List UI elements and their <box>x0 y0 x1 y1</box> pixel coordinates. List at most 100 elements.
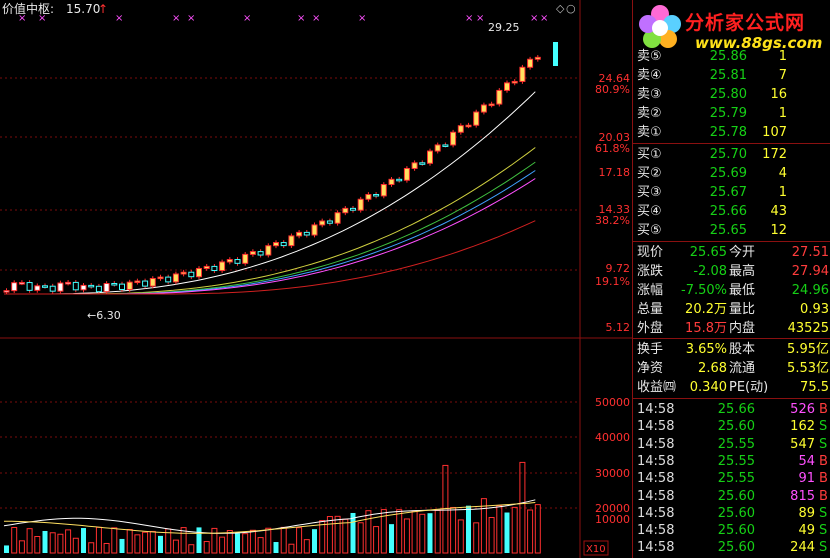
tick-time: 14:58 <box>637 488 675 504</box>
quote-row: 涨幅 -7.50% 最低 24.96 <box>633 281 830 300</box>
candle-body <box>527 58 534 68</box>
volume-bar <box>319 520 326 554</box>
candle-body <box>11 282 18 292</box>
chart-grid <box>0 0 632 558</box>
quote-label: 涨跌 <box>637 264 664 279</box>
fundamental-row: 净资 2.68 流通 5.53亿 <box>633 359 830 378</box>
ask-label: 卖⑤ <box>637 49 662 64</box>
ask-row[interactable]: 卖④ 25.81 7 <box>633 66 830 85</box>
bid-row[interactable]: 买② 25.69 4 <box>633 164 830 183</box>
volume-bar <box>427 513 433 553</box>
tick-row[interactable]: 14:58 25.60 815 B <box>633 487 830 506</box>
candle-body <box>488 103 495 107</box>
tick-row[interactable]: 14:58 25.55 91 B <box>633 469 830 488</box>
tick-row[interactable]: 14:58 25.55 54 B <box>633 452 830 471</box>
ask-row[interactable]: 卖⑤ 25.86 1 <box>633 47 830 66</box>
ask-row[interactable]: 卖② 25.79 1 <box>633 104 830 123</box>
divider <box>633 241 830 242</box>
candle-body <box>534 56 541 60</box>
quote-value: 15.8万 <box>685 321 727 336</box>
bid-row[interactable]: 买⑤ 25.65 12 <box>633 221 830 240</box>
tick-time: 14:58 <box>637 402 675 417</box>
tick-row[interactable]: 14:58 25.60 162 S <box>633 417 830 436</box>
diamond-icon[interactable]: ◇ <box>556 2 565 15</box>
bid-row[interactable]: 买④ 25.66 43 <box>633 202 830 221</box>
indicator-arrow: ↑ <box>98 2 108 16</box>
tick-volume: 244 <box>790 540 815 556</box>
quote-label: 涨幅 <box>637 283 664 298</box>
close-icon[interactable]: ○ <box>566 2 576 15</box>
volume-tick-label: 50000 <box>595 396 630 409</box>
candle-body <box>419 162 426 165</box>
ask-volume: 1 <box>778 49 787 64</box>
volume-bar <box>226 530 233 554</box>
candle-body <box>26 282 33 291</box>
volume-bar <box>457 519 464 554</box>
volume-bar <box>119 538 125 553</box>
fundamental-label: 净资 <box>637 361 664 376</box>
candle-body <box>288 235 295 247</box>
candle-body <box>265 245 272 256</box>
kline-chart[interactable]: 价值中枢: 15.70 ↑ × × × × × × × × × × × × × 29.25 ←6.30 … <box>0 0 632 558</box>
candle-body <box>80 284 87 291</box>
tick-row[interactable]: 14:58 25.60 244 S <box>633 538 830 557</box>
bid-row[interactable]: 买① 25.70 172 <box>633 145 830 164</box>
candle-body <box>450 131 457 146</box>
quote-value: 0.93 <box>800 302 829 317</box>
ask-label: 卖④ <box>637 68 662 83</box>
volume-bar <box>88 542 95 554</box>
bid-volume: 12 <box>770 223 787 238</box>
candle-body <box>126 281 133 290</box>
signal-mark: × <box>172 13 180 24</box>
volume-bar <box>242 533 249 554</box>
tick-time: 14:58 <box>637 419 675 435</box>
tick-volume: 89 <box>798 505 815 521</box>
candle-body <box>365 193 372 200</box>
candle-body <box>249 251 256 255</box>
candle-body <box>3 290 10 293</box>
candle-body <box>72 281 79 291</box>
ask-volume: 7 <box>778 68 787 83</box>
candle-body <box>172 273 179 283</box>
quote-value: 27.94 <box>791 264 829 279</box>
price-tick-label: 80.9% <box>595 83 630 96</box>
volume-axis: 5000040000300002000010000 <box>595 396 630 526</box>
volume-bar <box>103 542 110 554</box>
signal-mark: × <box>540 13 548 24</box>
bid-label: 买④ <box>637 204 662 219</box>
candle-body <box>42 285 48 288</box>
tick-row[interactable]: 14:58 25.60 49 S <box>633 521 830 540</box>
ask-row[interactable]: 卖① 25.78 107 <box>633 123 830 142</box>
tick-time: 14:58 <box>637 523 675 539</box>
volume-bar <box>511 506 518 554</box>
bid-label: 买② <box>637 166 662 181</box>
volume-bar <box>280 526 287 554</box>
quote-value: 24.96 <box>791 283 829 298</box>
volume-bar <box>357 522 364 554</box>
tick-row[interactable]: 14:58 25.66 526 B <box>633 400 830 419</box>
tick-row[interactable]: 14:58 25.55 547 S <box>633 435 830 454</box>
volume-bar <box>273 542 279 553</box>
candle-body <box>234 259 241 264</box>
tick-side: S <box>819 436 828 452</box>
candle-body <box>18 282 25 285</box>
ask-price: 25.80 <box>709 87 747 102</box>
candle-body <box>142 280 149 287</box>
bid-row[interactable]: 买③ 25.67 1 <box>633 183 830 202</box>
ask-row[interactable]: 卖③ 25.80 16 <box>633 85 830 104</box>
volume-bar <box>365 510 372 554</box>
signal-mark: × <box>476 13 484 24</box>
volume-bar <box>527 509 534 554</box>
candle-body <box>280 242 287 247</box>
signal-mark: × <box>465 13 473 24</box>
volume-bar <box>488 517 495 554</box>
divider <box>633 338 830 339</box>
ma-line <box>4 178 536 295</box>
candle-body <box>480 104 487 113</box>
quote-value: 43525 <box>787 321 829 336</box>
candle-body <box>373 193 380 197</box>
candle-body <box>34 285 41 291</box>
candle-body <box>196 267 202 278</box>
tick-row[interactable]: 14:58 25.60 89 S <box>633 504 830 523</box>
tick-volume: 815 <box>790 488 815 504</box>
